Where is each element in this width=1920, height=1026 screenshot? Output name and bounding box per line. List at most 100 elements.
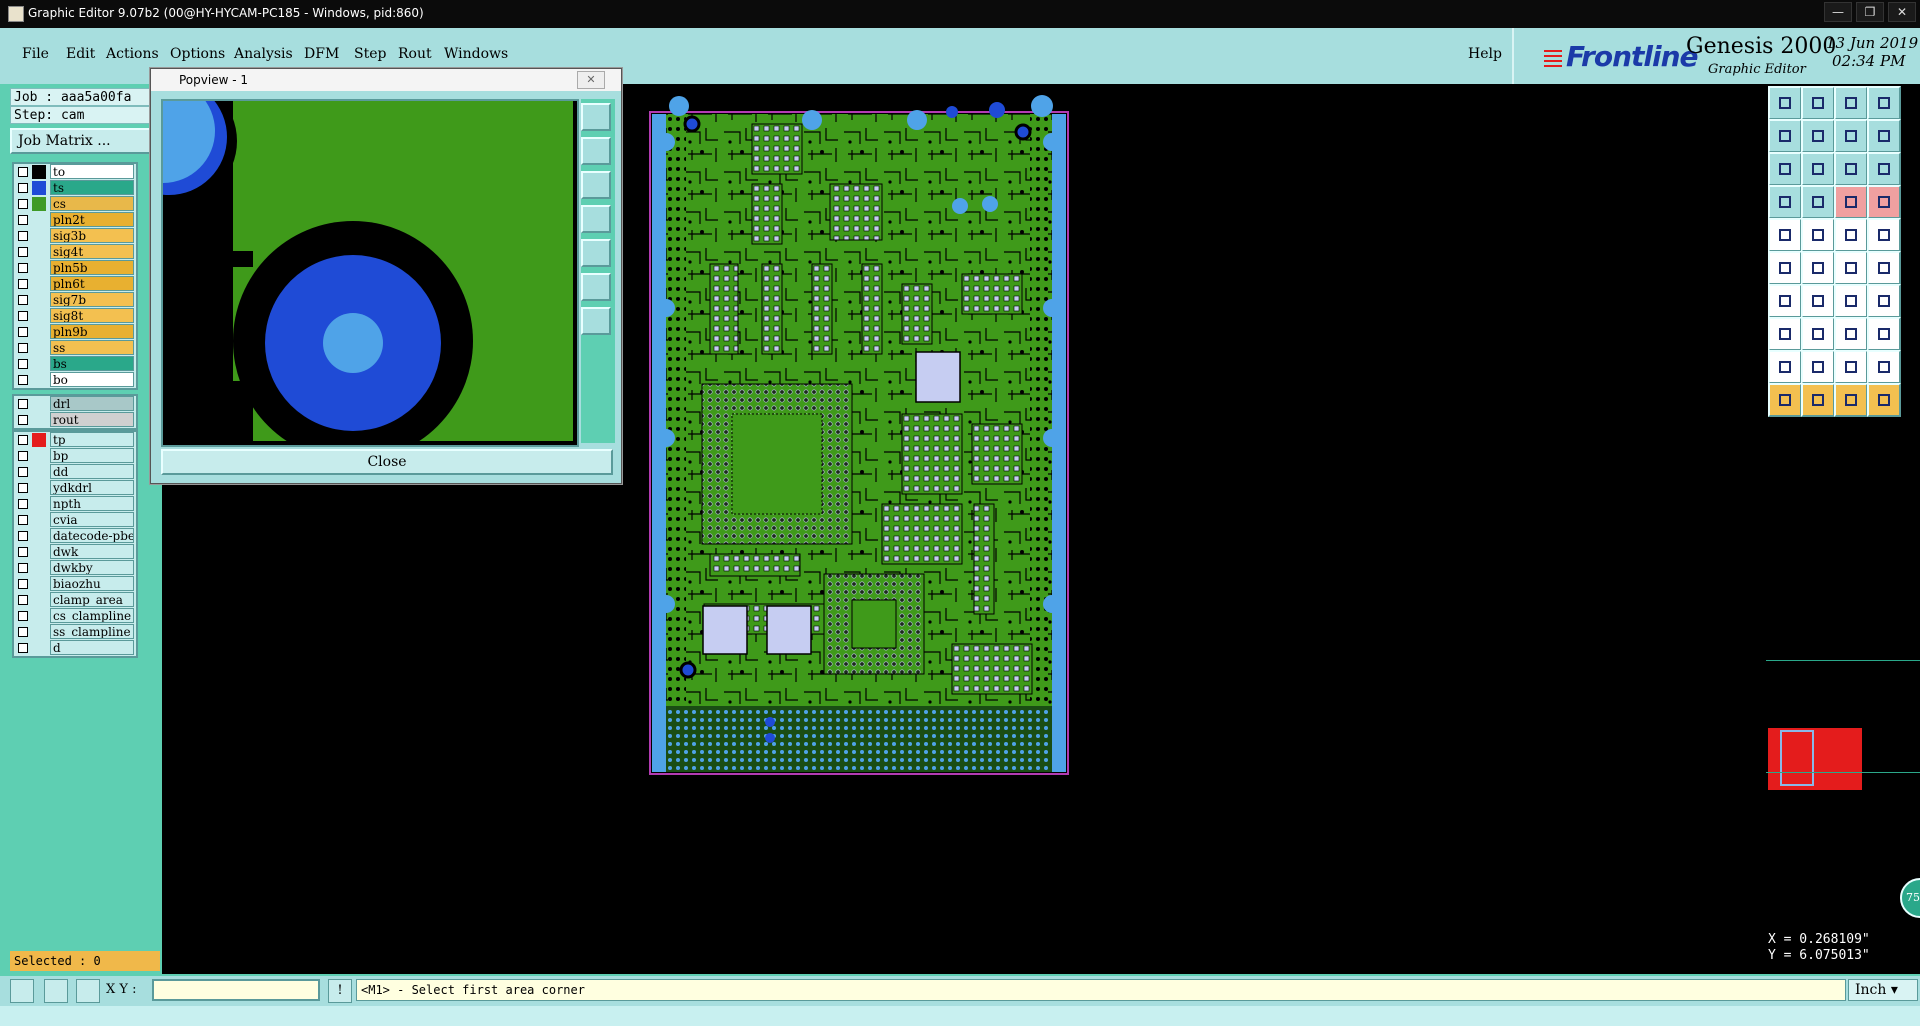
layer-checkbox[interactable] bbox=[18, 399, 28, 409]
layer-name[interactable]: pln6t bbox=[50, 276, 134, 291]
layer-row-pln2t[interactable]: pln2t bbox=[14, 212, 136, 228]
layer-checkbox[interactable] bbox=[18, 359, 28, 369]
layer-color-swatch[interactable] bbox=[32, 529, 46, 543]
popview-zoom-view[interactable] bbox=[161, 99, 579, 447]
layer-checkbox[interactable] bbox=[18, 279, 28, 289]
layer-checkbox[interactable] bbox=[18, 435, 28, 445]
layer-row-drl[interactable]: drl bbox=[14, 396, 136, 412]
layer-name[interactable]: dwkby bbox=[50, 560, 134, 575]
layer-name[interactable]: ts bbox=[50, 180, 134, 195]
net-icon[interactable] bbox=[1834, 185, 1868, 219]
layer-color-swatch[interactable] bbox=[32, 513, 46, 527]
menu-step[interactable]: Step bbox=[354, 46, 386, 62]
layer-checkbox[interactable] bbox=[18, 515, 28, 525]
arc-icon[interactable] bbox=[1834, 284, 1868, 318]
add-line-icon[interactable] bbox=[1801, 218, 1835, 252]
layer-row-to[interactable]: to bbox=[14, 164, 136, 180]
layer-row-rout[interactable]: rout bbox=[14, 412, 136, 428]
layer-checkbox[interactable] bbox=[18, 327, 28, 337]
layer-checkbox[interactable] bbox=[18, 467, 28, 477]
snap-pad-icon[interactable] bbox=[1834, 251, 1868, 285]
layer-checkbox[interactable] bbox=[18, 579, 28, 589]
menu-dfm[interactable]: DFM bbox=[304, 46, 339, 62]
dash-icon[interactable] bbox=[1801, 317, 1835, 351]
layer-checkbox[interactable] bbox=[18, 231, 28, 241]
layer-checkbox[interactable] bbox=[18, 563, 28, 573]
layer-name[interactable]: pln5b bbox=[50, 260, 134, 275]
grid-icon[interactable] bbox=[76, 979, 100, 1003]
layer-color-swatch[interactable] bbox=[32, 609, 46, 623]
popview-pan-left-icon[interactable] bbox=[581, 205, 611, 233]
layer-checkbox[interactable] bbox=[18, 415, 28, 425]
layer-name[interactable]: npth bbox=[50, 496, 134, 511]
layer-color-swatch[interactable] bbox=[32, 245, 46, 259]
layer-checkbox[interactable] bbox=[18, 643, 28, 653]
layer-checkbox[interactable] bbox=[18, 311, 28, 321]
layer-row-cs[interactable]: cs bbox=[14, 196, 136, 212]
layer-name[interactable]: bo bbox=[50, 372, 134, 387]
measure-icon[interactable] bbox=[1834, 317, 1868, 351]
layer-checkbox[interactable] bbox=[18, 183, 28, 193]
copy-icon[interactable] bbox=[1867, 317, 1901, 351]
help-icon[interactable] bbox=[1867, 152, 1901, 186]
layer-checkbox[interactable] bbox=[18, 483, 28, 493]
save-icon[interactable] bbox=[1801, 86, 1835, 120]
undo-icon[interactable] bbox=[1768, 119, 1802, 153]
layer-name[interactable]: dwk bbox=[50, 544, 134, 559]
layer-color-swatch[interactable] bbox=[32, 593, 46, 607]
layer-checkbox[interactable] bbox=[18, 547, 28, 557]
layer-row-bo[interactable]: bo bbox=[14, 372, 136, 388]
net-alt-icon[interactable] bbox=[1867, 185, 1901, 219]
menu-actions[interactable]: Actions bbox=[106, 46, 159, 62]
layer-color-swatch[interactable] bbox=[32, 465, 46, 479]
layer-name[interactable]: sig3b bbox=[50, 228, 134, 243]
layer-checkbox[interactable] bbox=[18, 499, 28, 509]
zoom-ratio-icon[interactable] bbox=[1834, 152, 1868, 186]
pointer-icon[interactable] bbox=[1768, 383, 1802, 417]
layer-row-sig8t[interactable]: sig8t bbox=[14, 308, 136, 324]
layer-checkbox[interactable] bbox=[18, 199, 28, 209]
layer-color-swatch[interactable] bbox=[32, 625, 46, 639]
layer-row-ss[interactable]: ss bbox=[14, 340, 136, 356]
layer-row-sig7b[interactable]: sig7b bbox=[14, 292, 136, 308]
triangle-mid-icon[interactable] bbox=[1834, 350, 1868, 384]
layer-name[interactable]: ss_clampline bbox=[50, 624, 134, 639]
layer-row-pln6t[interactable]: pln6t bbox=[14, 276, 136, 292]
maximize-button[interactable]: ❐ bbox=[1856, 2, 1884, 22]
layer-color-swatch[interactable] bbox=[32, 357, 46, 371]
layer-name[interactable]: bs bbox=[50, 356, 134, 371]
layer-row-npth[interactable]: npth bbox=[14, 496, 136, 512]
layer-color-swatch[interactable] bbox=[32, 277, 46, 291]
split-icon[interactable] bbox=[1867, 119, 1901, 153]
layer-name[interactable]: tp bbox=[50, 432, 134, 447]
layer-name[interactable]: pln2t bbox=[50, 212, 134, 227]
layer-row-biaozhu[interactable]: biaozhu bbox=[14, 576, 136, 592]
layer-color-swatch[interactable] bbox=[32, 413, 46, 427]
layer-color-swatch[interactable] bbox=[32, 449, 46, 463]
menu-help[interactable]: Help bbox=[1468, 46, 1502, 62]
home-icon[interactable] bbox=[1834, 86, 1868, 120]
layer-checkbox[interactable] bbox=[18, 343, 28, 353]
layer-name[interactable]: to bbox=[50, 164, 134, 179]
popview-pan-down-icon[interactable] bbox=[581, 171, 611, 199]
layer-name[interactable]: datecode-pbe bbox=[50, 528, 134, 543]
menu-options[interactable]: Options bbox=[170, 46, 225, 62]
layer-name[interactable]: clamp_area bbox=[50, 592, 134, 607]
layer-checkbox[interactable] bbox=[18, 595, 28, 605]
stack-icon[interactable] bbox=[1768, 185, 1802, 219]
nodes-icon[interactable] bbox=[1768, 251, 1802, 285]
diagonal-icon[interactable] bbox=[1768, 284, 1802, 318]
menu-windows[interactable]: Windows bbox=[444, 46, 508, 62]
layer-checkbox[interactable] bbox=[18, 451, 28, 461]
triangle-icon[interactable] bbox=[1768, 350, 1802, 384]
layer-row-tp[interactable]: tp bbox=[14, 432, 136, 448]
popview-zoom-out-icon[interactable] bbox=[581, 273, 611, 301]
layer-name[interactable]: ss bbox=[50, 340, 134, 355]
window-icon[interactable] bbox=[1867, 86, 1901, 120]
layer-row-dwk[interactable]: dwk bbox=[14, 544, 136, 560]
xy-input[interactable] bbox=[152, 979, 320, 1001]
layer-color-swatch[interactable] bbox=[32, 481, 46, 495]
pointer-box-icon[interactable] bbox=[1801, 383, 1835, 417]
ruler-icon[interactable] bbox=[1834, 218, 1868, 252]
layer-name[interactable]: rout bbox=[50, 412, 134, 427]
